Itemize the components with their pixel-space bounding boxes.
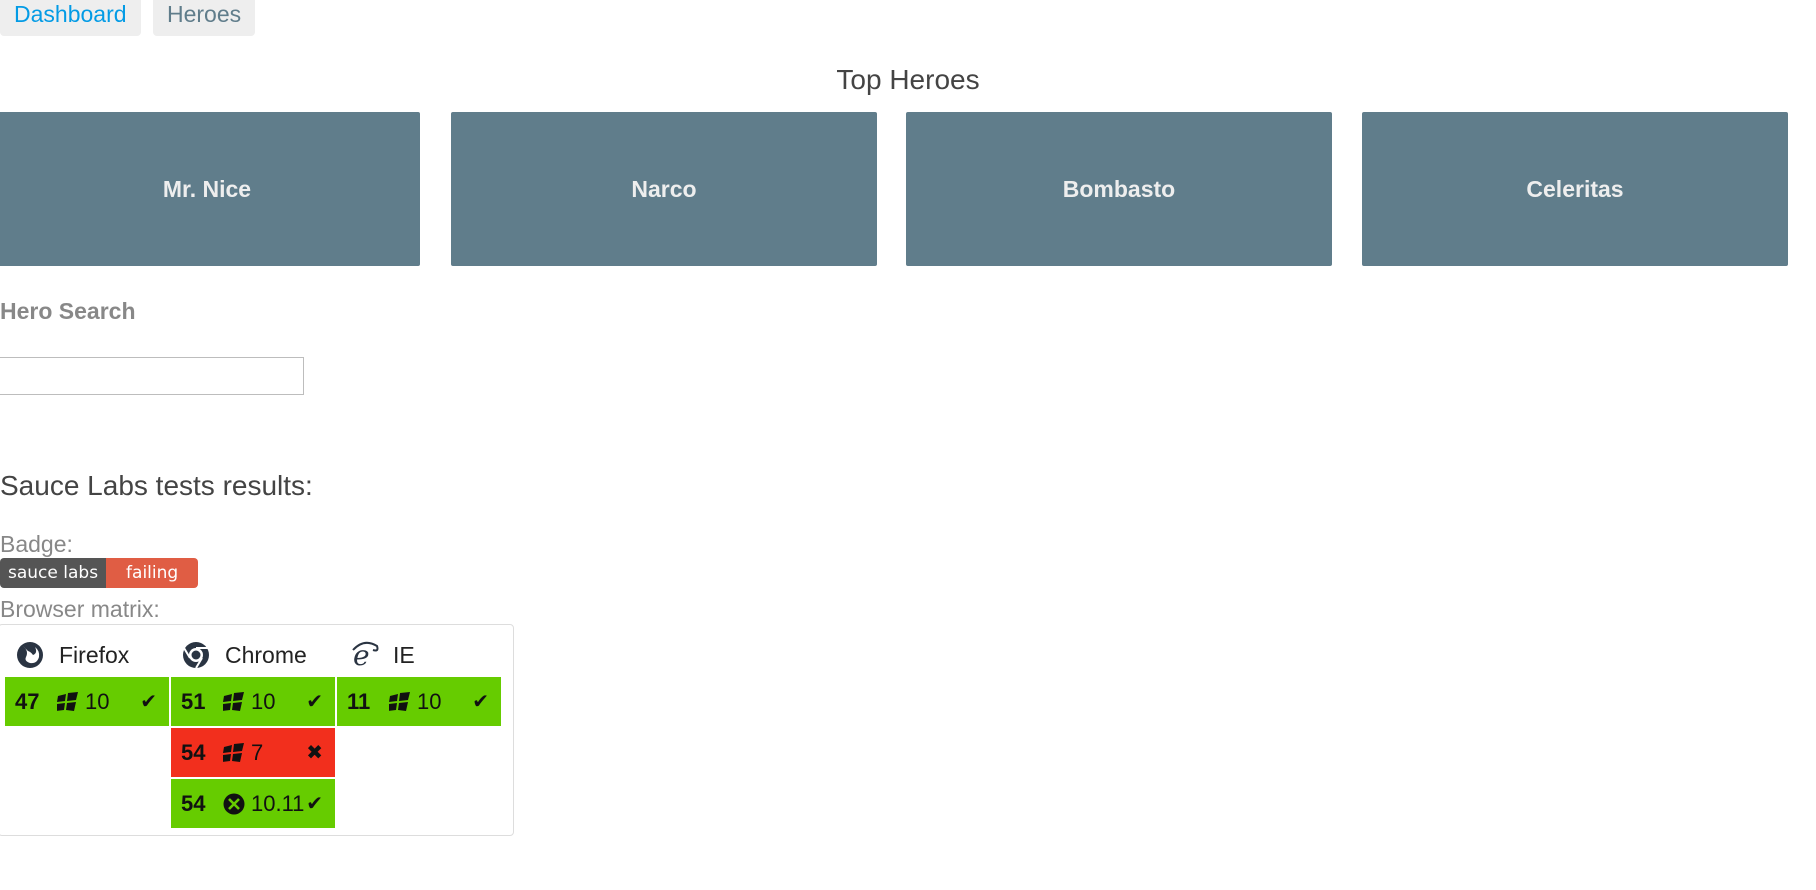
browser-version: 54 — [181, 739, 206, 765]
badge-left-text: sauce labs — [0, 558, 107, 588]
pass-check-icon: ✔ — [306, 793, 323, 815]
fail-cross-icon: ✖ — [306, 742, 323, 764]
browser-header-ie: e IE — [349, 635, 415, 675]
browser-header-firefox: Firefox — [15, 635, 129, 675]
nav-dashboard-link[interactable]: Dashboard — [0, 0, 141, 36]
hero-card-bombasto[interactable]: Bombasto — [906, 112, 1332, 266]
hero-card-narco[interactable]: Narco — [451, 112, 877, 266]
browser-matrix[interactable]: Firefox Chrome e IE 47 10 ✔ 51 10 ✔ 11 1… — [0, 624, 514, 836]
page-title: Top Heroes — [836, 64, 980, 95]
result-cell-chrome-54-win7[interactable]: 54 7 ✖ — [171, 728, 335, 777]
sauce-results-title: Sauce Labs tests results: — [0, 470, 313, 501]
browser-name: IE — [393, 641, 415, 668]
hero-card-mr-nice[interactable]: Mr. Nice — [0, 112, 420, 266]
os-version: 10 — [85, 688, 110, 714]
pass-check-icon: ✔ — [472, 691, 489, 713]
browser-version: 51 — [181, 688, 206, 714]
ie-icon: e — [352, 640, 379, 670]
hero-search-label: Hero Search — [0, 298, 136, 324]
result-cell-chrome-54-osx[interactable]: 54 10.11 ✔ — [171, 779, 335, 828]
sauce-status-badge[interactable]: sauce labs failing — [0, 558, 199, 588]
result-cell-chrome-51[interactable]: 51 10 ✔ — [171, 677, 335, 726]
os-version: 10 — [251, 688, 276, 714]
nav-heroes-link[interactable]: Heroes — [153, 0, 256, 36]
badge-status-text: failing — [106, 558, 199, 588]
browser-matrix-label: Browser matrix: — [0, 596, 160, 622]
hero-card-celeritas[interactable]: Celeritas — [1362, 112, 1788, 266]
browser-header-chrome: Chrome — [181, 635, 307, 675]
pass-check-icon: ✔ — [140, 691, 157, 713]
firefox-icon — [17, 642, 43, 668]
result-cell-firefox-47[interactable]: 47 10 ✔ — [5, 677, 169, 726]
os-version: 7 — [251, 739, 264, 765]
windows-icon — [223, 691, 245, 713]
browser-version: 47 — [15, 688, 40, 714]
browser-name: Firefox — [59, 641, 130, 668]
osx-icon — [223, 793, 245, 815]
windows-icon — [223, 742, 245, 764]
os-version: 10 — [417, 688, 442, 714]
badge-label: Badge: — [0, 531, 73, 557]
pass-check-icon: ✔ — [306, 691, 323, 713]
hero-search-input[interactable] — [0, 357, 304, 395]
browser-version: 11 — [347, 688, 371, 714]
windows-icon — [57, 691, 79, 713]
result-cell-ie-11[interactable]: 11 10 ✔ — [337, 677, 501, 726]
chrome-icon — [183, 642, 209, 669]
browser-version: 54 — [181, 790, 206, 816]
os-version: 10.11 — [251, 790, 305, 816]
windows-icon — [389, 691, 411, 713]
browser-name: Chrome — [225, 641, 307, 668]
